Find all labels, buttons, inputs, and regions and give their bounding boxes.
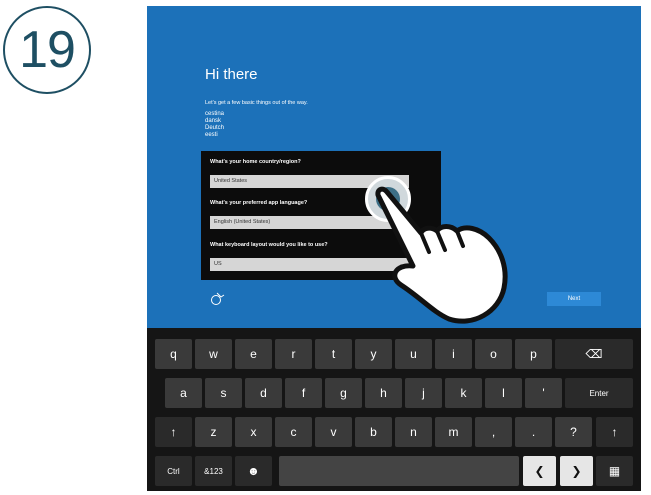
keyboard-layout-value: US (214, 261, 222, 267)
keyboard-options-key[interactable]: ▦ (596, 456, 633, 486)
space-bar[interactable] (279, 456, 519, 486)
key-comma[interactable]: , (475, 417, 512, 447)
shift-icon: ↑ (170, 425, 177, 439)
key-i[interactable]: i (435, 339, 472, 369)
key-question[interactable]: ? (555, 417, 592, 447)
key-e[interactable]: e (235, 339, 272, 369)
arrow-right-icon: ❯ (571, 464, 582, 478)
language-list: cestina dansk Deutch eesti (205, 111, 224, 139)
language-item[interactable]: Deutch (205, 125, 224, 132)
key-q[interactable]: q (155, 339, 192, 369)
language-item[interactable]: cestina (205, 111, 224, 118)
key-r[interactable]: r (275, 339, 312, 369)
setup-subtitle: Let's get a few basic things out of the … (205, 100, 308, 106)
left-arrow-key[interactable]: ❮ (523, 456, 556, 486)
key-apostrophe[interactable]: ' (525, 378, 562, 408)
language-item[interactable]: dansk (205, 118, 224, 125)
ease-of-access-icon[interactable] (211, 292, 225, 306)
setup-title: Hi there (205, 66, 258, 83)
setup-screen: Hi there Let's get a few basic things ou… (147, 6, 641, 328)
key-v[interactable]: v (315, 417, 352, 447)
country-region-label: What's your home country/region? (210, 159, 301, 165)
arrow-left-icon: ❮ (534, 464, 545, 478)
shift-key-left[interactable]: ↑ (155, 417, 192, 447)
shift-key-right[interactable]: ↑ (596, 417, 633, 447)
key-f[interactable]: f (285, 378, 322, 408)
backspace-key[interactable]: ⌫ (555, 339, 633, 369)
key-s[interactable]: s (205, 378, 242, 408)
key-n[interactable]: n (395, 417, 432, 447)
key-j[interactable]: j (405, 378, 442, 408)
key-t[interactable]: t (315, 339, 352, 369)
key-z[interactable]: z (195, 417, 232, 447)
language-item[interactable]: eesti (205, 132, 224, 139)
keyboard-layout-label: What keyboard layout would you like to u… (210, 242, 328, 248)
key-l[interactable]: l (485, 378, 522, 408)
key-w[interactable]: w (195, 339, 232, 369)
key-m[interactable]: m (435, 417, 472, 447)
emoji-key[interactable]: ☻ (235, 456, 272, 486)
step-number-badge: 19 (3, 6, 91, 94)
key-k[interactable]: k (445, 378, 482, 408)
ctrl-key[interactable]: Ctrl (155, 456, 192, 486)
next-button[interactable]: Next (547, 292, 601, 306)
backspace-icon: ⌫ (585, 347, 603, 361)
enter-key[interactable]: Enter (565, 378, 633, 408)
key-b[interactable]: b (355, 417, 392, 447)
emoji-icon: ☻ (247, 464, 260, 478)
key-y[interactable]: y (355, 339, 392, 369)
keyboard-icon: ▦ (608, 464, 621, 478)
key-period[interactable]: . (515, 417, 552, 447)
key-d[interactable]: d (245, 378, 282, 408)
tablet-screen: Hi there Let's get a few basic things ou… (147, 6, 641, 491)
key-o[interactable]: o (475, 339, 512, 369)
key-g[interactable]: g (325, 378, 362, 408)
key-p[interactable]: p (515, 339, 552, 369)
pointing-hand-icon (375, 186, 508, 324)
touch-keyboard: q w e r t y u i o p ⌫ a s d f g h j k l … (147, 328, 641, 491)
key-h[interactable]: h (365, 378, 402, 408)
shift-icon: ↑ (611, 425, 618, 439)
key-x[interactable]: x (235, 417, 272, 447)
key-a[interactable]: a (165, 378, 202, 408)
key-c[interactable]: c (275, 417, 312, 447)
app-language-label: What's your preferred app language? (210, 200, 308, 206)
symbols-key[interactable]: &123 (195, 456, 232, 486)
right-arrow-key[interactable]: ❯ (560, 456, 593, 486)
key-u[interactable]: u (395, 339, 432, 369)
